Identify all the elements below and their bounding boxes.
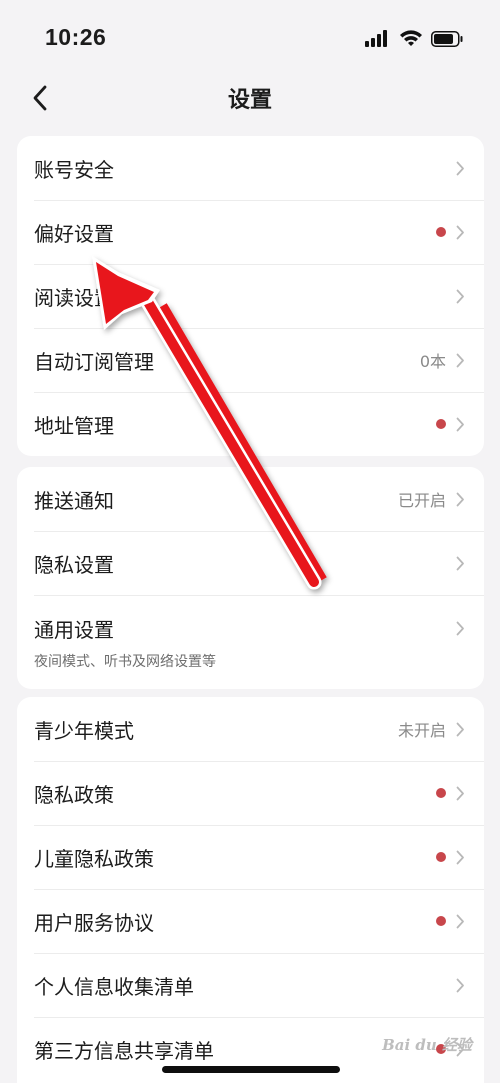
row-value: 0本	[419, 352, 446, 371]
red-dot-badge	[436, 852, 446, 862]
chevron-right-icon	[456, 977, 466, 993]
settings-group-account: 账号安全 偏好设置 阅读设置 自动订阅管理 0本 地址管理	[17, 136, 484, 456]
chevron-right-icon	[456, 416, 466, 432]
settings-row-privacy[interactable]: 隐私设置	[17, 531, 484, 595]
chevron-right-icon	[456, 555, 466, 571]
settings-row-preferences[interactable]: 偏好设置	[17, 200, 484, 264]
chevron-right-icon	[456, 224, 466, 240]
row-label: 通用设置	[34, 617, 114, 642]
settings-row-auto-subscribe[interactable]: 自动订阅管理 0本	[17, 328, 484, 392]
row-label: 地址管理	[34, 413, 114, 438]
settings-row-personal-info-list[interactable]: 个人信息收集清单	[17, 953, 484, 1017]
status-icons	[365, 28, 465, 50]
settings-row-privacy-policy[interactable]: 隐私政策	[17, 761, 484, 825]
row-label: 青少年模式	[34, 718, 134, 743]
settings-row-push[interactable]: 推送通知 已开启	[17, 467, 484, 531]
row-label: 用户服务协议	[34, 910, 154, 935]
row-label: 第三方信息共享清单	[34, 1038, 214, 1063]
row-value: 未开启	[397, 721, 446, 740]
settings-row-teen-mode[interactable]: 青少年模式 未开启	[17, 697, 484, 761]
status-time: 10:26	[45, 24, 107, 50]
settings-group-notifications: 推送通知 已开启 隐私设置 通用设置 夜间模式、听书及网络设置等	[17, 467, 484, 689]
home-indicator	[162, 1066, 340, 1073]
status-bar: 10:26	[0, 0, 500, 78]
red-dot-badge	[436, 419, 446, 429]
chevron-right-icon	[456, 913, 466, 929]
row-label: 账号安全	[34, 157, 114, 182]
page-title: 设置	[227, 88, 272, 113]
settings-row-child-privacy-policy[interactable]: 儿童隐私政策	[17, 825, 484, 889]
settings-row-general[interactable]: 通用设置 夜间模式、听书及网络设置等	[17, 595, 484, 689]
row-value: 已开启	[397, 491, 446, 510]
signal-icon	[365, 30, 387, 47]
settings-row-reading[interactable]: 阅读设置	[17, 264, 484, 328]
row-label: 推送通知	[34, 488, 114, 513]
red-dot-badge	[436, 916, 446, 926]
chevron-right-icon	[456, 288, 466, 304]
wifi-icon	[400, 30, 422, 46]
red-dot-badge	[436, 227, 446, 237]
row-label: 阅读设置	[34, 285, 114, 310]
watermark: Bai du 经验	[382, 1036, 472, 1054]
row-label: 自动订阅管理	[34, 349, 154, 374]
row-label: 儿童隐私政策	[34, 846, 154, 871]
chevron-right-icon	[456, 849, 466, 865]
row-label: 个人信息收集清单	[34, 974, 194, 999]
red-dot-badge	[436, 788, 446, 798]
chevron-right-icon	[456, 620, 466, 636]
chevron-right-icon	[456, 491, 466, 507]
row-label: 隐私政策	[34, 782, 114, 807]
nav-bar: 设置	[0, 72, 500, 124]
battery-icon	[431, 31, 463, 47]
chevron-right-icon	[456, 721, 466, 737]
settings-group-policies: 青少年模式 未开启 隐私政策 儿童隐私政策 用户服务协议 个人信息收集清单 第三…	[17, 697, 484, 1083]
chevron-right-icon	[456, 160, 466, 176]
settings-row-account-security[interactable]: 账号安全	[17, 136, 484, 200]
row-subtitle: 夜间模式、听书及网络设置等	[34, 653, 216, 670]
settings-row-address[interactable]: 地址管理	[17, 392, 484, 456]
chevron-right-icon	[456, 785, 466, 801]
chevron-right-icon	[456, 352, 466, 368]
row-label: 偏好设置	[34, 221, 114, 246]
row-label: 隐私设置	[34, 552, 114, 577]
settings-row-user-agreement[interactable]: 用户服务协议	[17, 889, 484, 953]
